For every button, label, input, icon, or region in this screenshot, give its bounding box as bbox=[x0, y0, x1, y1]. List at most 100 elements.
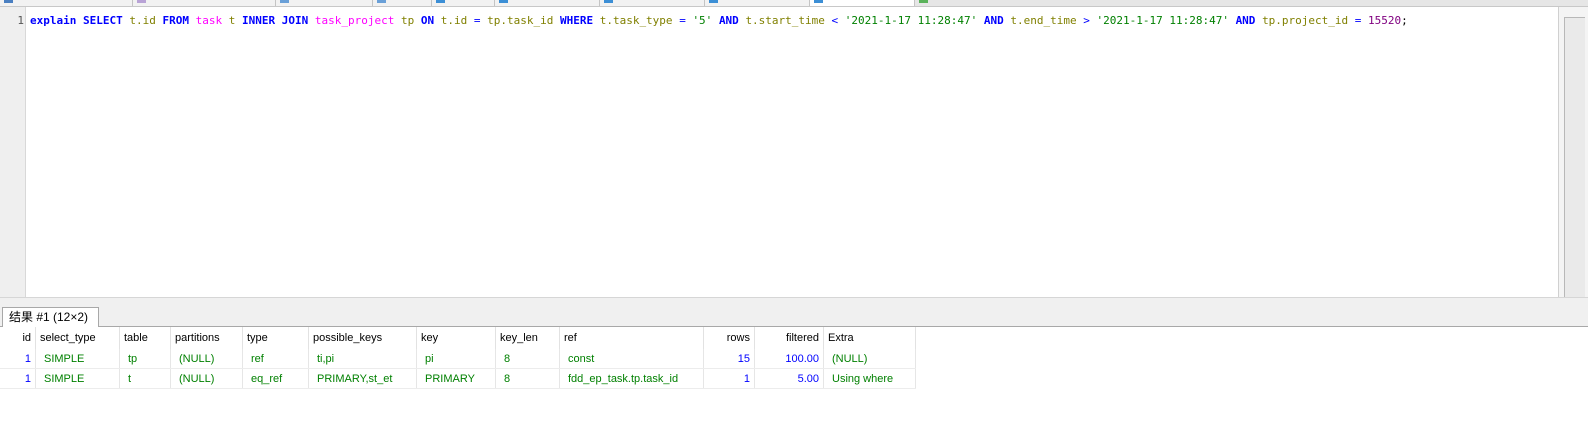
table-cell-rows[interactable]: 15 bbox=[703, 349, 755, 369]
table-cell-extra[interactable]: Using where bbox=[823, 368, 916, 389]
table-cell-type[interactable]: ref bbox=[242, 349, 309, 369]
column-header-partitions[interactable]: partitions bbox=[170, 327, 243, 349]
sql-token-num: 15520 bbox=[1368, 14, 1402, 27]
sql-token-kw: ON bbox=[420, 14, 435, 27]
sql-query-line[interactable]: explain SELECT t.id FROM task t INNER JO… bbox=[30, 14, 1408, 28]
table-cell-partitions[interactable]: (NULL) bbox=[170, 349, 243, 369]
sql-token-kw: SELECT bbox=[82, 14, 123, 27]
table-cell-filtered[interactable]: 100.00 bbox=[754, 349, 824, 369]
column-header-ref[interactable]: ref bbox=[559, 327, 704, 349]
add-tab-icon bbox=[919, 0, 928, 3]
editor-vertical-scrollbar[interactable] bbox=[1558, 7, 1588, 299]
new-query-tab-button[interactable] bbox=[915, 0, 939, 6]
tab-data[interactable] bbox=[373, 0, 432, 6]
sql-token-fld: t.task_type bbox=[599, 14, 673, 27]
table-cell-key[interactable]: pi bbox=[416, 349, 496, 369]
table-cell-select-type[interactable]: SIMPLE bbox=[35, 368, 120, 389]
sql-token-str: '2021-1-17 11:28:47' bbox=[844, 14, 978, 27]
tab-database[interactable] bbox=[133, 0, 276, 6]
table-cell-select-type[interactable]: SIMPLE bbox=[35, 349, 120, 369]
database-icon bbox=[137, 0, 146, 3]
sql-token-op: > bbox=[1083, 14, 1090, 27]
column-header-id[interactable]: id bbox=[0, 327, 36, 349]
result-tab-bar: 结果 #1 (12×2) bbox=[0, 305, 1588, 327]
column-header-extra[interactable]: Extra bbox=[823, 327, 916, 349]
table-row[interactable]: 1 SIMPLE tp (NULL) ref ti,pi pi 8 const 15 100.00(… bbox=[0, 349, 916, 369]
table-cell-type[interactable]: eq_ref bbox=[242, 368, 309, 389]
sql-token-tbl: task bbox=[195, 14, 223, 27]
tab-host[interactable] bbox=[0, 0, 133, 6]
column-header-table[interactable]: table bbox=[119, 327, 171, 349]
table-cell-id[interactable]: 1 bbox=[0, 368, 36, 389]
column-header-key-len[interactable]: key_len bbox=[495, 327, 560, 349]
sql-token-fld: tp bbox=[400, 14, 415, 27]
result-grid[interactable]: id select_type table partitions type possible… bbox=[0, 327, 1588, 429]
result-tab[interactable]: 结果 #1 (12×2) bbox=[2, 307, 100, 327]
sql-token: ; bbox=[1401, 14, 1408, 27]
sql-editor[interactable]: 1 explain SELECT t.id FROM task t INNER … bbox=[0, 7, 1558, 297]
scrollbar-thumb[interactable] bbox=[1564, 17, 1585, 299]
sql-token-kw: INNER bbox=[241, 14, 276, 27]
query-tab-strip bbox=[0, 0, 1588, 7]
sql-token-fld: t.id bbox=[129, 14, 156, 27]
table-row[interactable]: 1 SIMPLE t (NULL) eq_ref PRIMARY,st_et PRIMARY… bbox=[0, 368, 916, 389]
table-cell-table[interactable]: tp bbox=[119, 349, 171, 369]
column-header-select-type[interactable]: select_type bbox=[35, 327, 120, 349]
sql-token-fld: t.end_time bbox=[1010, 14, 1077, 27]
query-icon bbox=[436, 0, 445, 3]
sql-token-str: '2021-1-17 11:28:47' bbox=[1096, 14, 1229, 27]
tab-table[interactable] bbox=[276, 0, 373, 6]
tab-query-active[interactable] bbox=[810, 0, 915, 6]
query-icon bbox=[604, 0, 613, 3]
query-icon bbox=[499, 0, 508, 3]
table-cell-ref[interactable]: const bbox=[559, 349, 704, 369]
sql-token-kw: AND bbox=[983, 14, 1004, 27]
column-header-possible-keys[interactable]: possible_keys bbox=[308, 327, 417, 349]
query-icon bbox=[709, 0, 718, 3]
table-cell-key-len[interactable]: 8 bbox=[495, 368, 560, 389]
table-cell-possible-keys[interactable]: PRIMARY,st_et bbox=[308, 368, 417, 389]
table-cell-id[interactable]: 1 bbox=[0, 349, 36, 369]
table-cell-rows[interactable]: 1 bbox=[703, 368, 755, 389]
sql-token-fld: tp.task_id bbox=[487, 14, 554, 27]
column-header-key[interactable]: key bbox=[416, 327, 496, 349]
column-header-filtered[interactable]: filtered bbox=[754, 327, 824, 349]
sql-token-kw: JOIN bbox=[281, 14, 309, 27]
table-cell-extra[interactable]: (NULL) bbox=[823, 349, 916, 369]
table-cell-possible-keys[interactable]: ti,pi bbox=[308, 349, 417, 369]
sql-token-fld: t.start_time bbox=[745, 14, 825, 27]
sql-token-fld: t.id bbox=[440, 14, 468, 27]
host-icon bbox=[4, 0, 13, 3]
grid-icon bbox=[377, 0, 386, 3]
sql-token-op: = bbox=[679, 14, 686, 27]
tab-query-2[interactable] bbox=[495, 0, 600, 6]
table-cell-table[interactable]: t bbox=[119, 368, 171, 389]
tab-query-4[interactable] bbox=[705, 0, 810, 6]
column-header-rows[interactable]: rows bbox=[703, 327, 755, 349]
table-cell-partitions[interactable]: (NULL) bbox=[170, 368, 243, 389]
sql-token-kw: FROM bbox=[162, 14, 189, 27]
tab-query-3[interactable] bbox=[600, 0, 705, 6]
table-cell-key[interactable]: PRIMARY bbox=[416, 368, 496, 389]
sql-token-tbl: task_project bbox=[314, 14, 395, 27]
tab-query-1[interactable] bbox=[432, 0, 495, 6]
column-header-type[interactable]: type bbox=[242, 327, 309, 349]
line-number-gutter bbox=[0, 7, 26, 297]
table-cell-ref[interactable]: fdd_ep_task.tp.task_id bbox=[559, 368, 704, 389]
table-cell-key-len[interactable]: 8 bbox=[495, 349, 560, 369]
table-cell-filtered[interactable]: 5.00 bbox=[754, 368, 824, 389]
sql-token-kw: AND bbox=[1235, 14, 1256, 27]
sql-token-kw: AND bbox=[718, 14, 739, 27]
query-icon bbox=[814, 0, 823, 3]
